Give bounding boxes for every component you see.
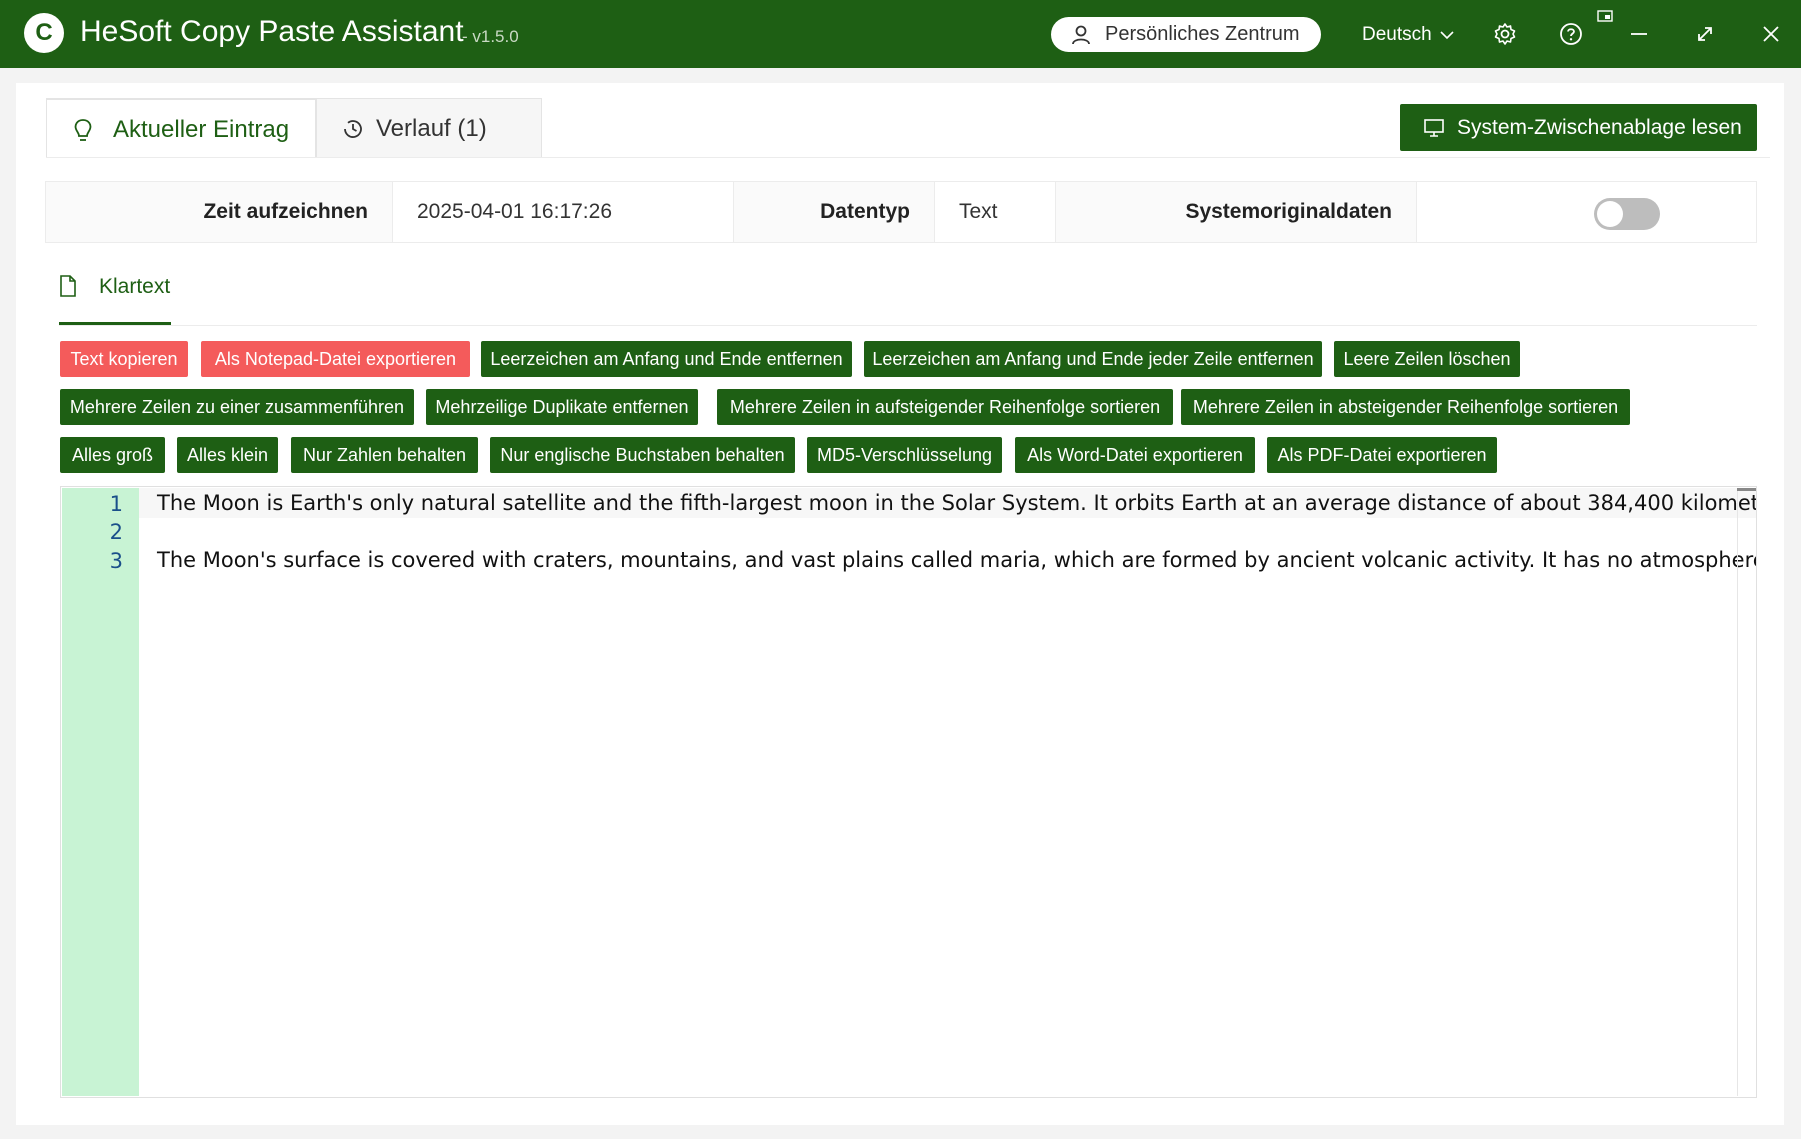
app-logo: C <box>24 13 64 53</box>
help-icon[interactable] <box>1559 22 1583 46</box>
text-editor[interactable]: 1 2 3 The Moon is Earth's only natural s… <box>60 486 1757 1098</box>
main-panel: Aktueller Eintrag Verlauf (1) System-Zwi… <box>16 83 1784 1125</box>
trim-whitespace-button[interactable]: Leerzeichen am Anfang und Ende entfernen <box>481 341 852 377</box>
merge-lines-button[interactable]: Mehrere Zeilen zu einer zusammenführen <box>60 389 414 425</box>
record-time-label: Zeit aufzeichnen <box>46 182 392 242</box>
vertical-scrollbar[interactable] <box>1737 488 1738 1096</box>
language-selector[interactable]: Deutsch <box>1362 24 1454 46</box>
sort-ascending-button[interactable]: Mehrere Zeilen in aufsteigender Reihenfo… <box>717 389 1173 425</box>
export-notepad-button[interactable]: Als Notepad-Datei exportieren <box>201 341 470 377</box>
title-bar: C HeSoft Copy Paste Assistant - v1.5.0 P… <box>0 0 1801 68</box>
scroll-thumb[interactable] <box>1737 488 1756 491</box>
trim-each-line-button[interactable]: Leerzeichen am Anfang und Ende jeder Zei… <box>864 341 1322 377</box>
user-center-label: Persönliches Zentrum <box>1105 23 1300 45</box>
mini-window-icon[interactable] <box>1597 10 1613 24</box>
delete-empty-lines-button[interactable]: Leere Zeilen löschen <box>1334 341 1520 377</box>
maximize-icon[interactable] <box>1693 22 1717 46</box>
document-icon <box>60 275 76 297</box>
monitor-icon <box>1424 119 1444 137</box>
export-word-button[interactable]: Als Word-Datei exportieren <box>1015 437 1255 473</box>
data-type-label: Datentyp <box>734 182 934 242</box>
app-title: HeSoft Copy Paste Assistant <box>80 15 464 48</box>
subtab-divider <box>59 325 1757 326</box>
lightbulb-icon <box>74 119 92 141</box>
entry-info-table: Zeit aufzeichnen 2025-04-01 16:17:26 Dat… <box>45 181 1757 243</box>
tab-current-entry[interactable]: Aktueller Eintrag <box>46 98 316 158</box>
keep-letters-button[interactable]: Nur englische Buchstaben behalten <box>490 437 795 473</box>
copy-text-button[interactable]: Text kopieren <box>60 341 188 377</box>
editor-line[interactable]: The Moon is Earth's only natural satelli… <box>157 491 1756 515</box>
toggle-knob <box>1597 201 1623 227</box>
line-number: 3 <box>109 549 123 573</box>
tab-history[interactable]: Verlauf (1) <box>316 98 542 158</box>
line-number: 2 <box>109 520 123 544</box>
gear-icon[interactable] <box>1493 22 1517 46</box>
read-clipboard-button[interactable]: System-Zwischenablage lesen <box>1400 104 1757 151</box>
md5-button[interactable]: MD5-Verschlüsselung <box>807 437 1002 473</box>
record-time-value: 2025-04-01 16:17:26 <box>392 182 734 242</box>
user-center-button[interactable]: Persönliches Zentrum <box>1051 17 1321 52</box>
app-version: - v1.5.0 <box>462 27 519 46</box>
lowercase-button[interactable]: Alles klein <box>177 437 278 473</box>
chevron-down-icon <box>1440 31 1454 40</box>
uppercase-button[interactable]: Alles groß <box>60 437 165 473</box>
user-icon <box>1072 25 1090 45</box>
app-window: C HeSoft Copy Paste Assistant - v1.5.0 P… <box>0 0 1801 1139</box>
language-label: Deutsch <box>1362 24 1432 45</box>
system-raw-data-toggle[interactable] <box>1594 198 1660 230</box>
sort-descending-button[interactable]: Mehrere Zeilen in absteigender Reihenfol… <box>1181 389 1630 425</box>
line-number-gutter: 1 2 3 <box>62 488 139 1096</box>
tab-current-entry-label: Aktueller Eintrag <box>113 116 290 143</box>
editor-line[interactable]: The Moon's surface is covered with crate… <box>157 548 1756 572</box>
subtab-plaintext-label: Klartext <box>99 275 171 298</box>
history-icon <box>344 120 362 138</box>
minimize-icon[interactable] <box>1627 22 1651 46</box>
close-icon[interactable] <box>1759 22 1783 46</box>
read-clipboard-label: System-Zwischenablage lesen <box>1457 116 1742 139</box>
tabs-divider <box>46 157 1770 158</box>
system-raw-data-cell <box>1416 182 1756 242</box>
tab-history-label: Verlauf (1) <box>376 115 487 142</box>
remove-duplicates-button[interactable]: Mehrzeilige Duplikate entfernen <box>426 389 698 425</box>
export-pdf-button[interactable]: Als PDF-Datei exportieren <box>1267 437 1497 473</box>
data-type-value: Text <box>934 182 1056 242</box>
system-raw-data-label: Systemoriginaldaten <box>1056 182 1416 242</box>
line-number: 1 <box>109 492 123 516</box>
keep-numbers-button[interactable]: Nur Zahlen behalten <box>291 437 478 473</box>
